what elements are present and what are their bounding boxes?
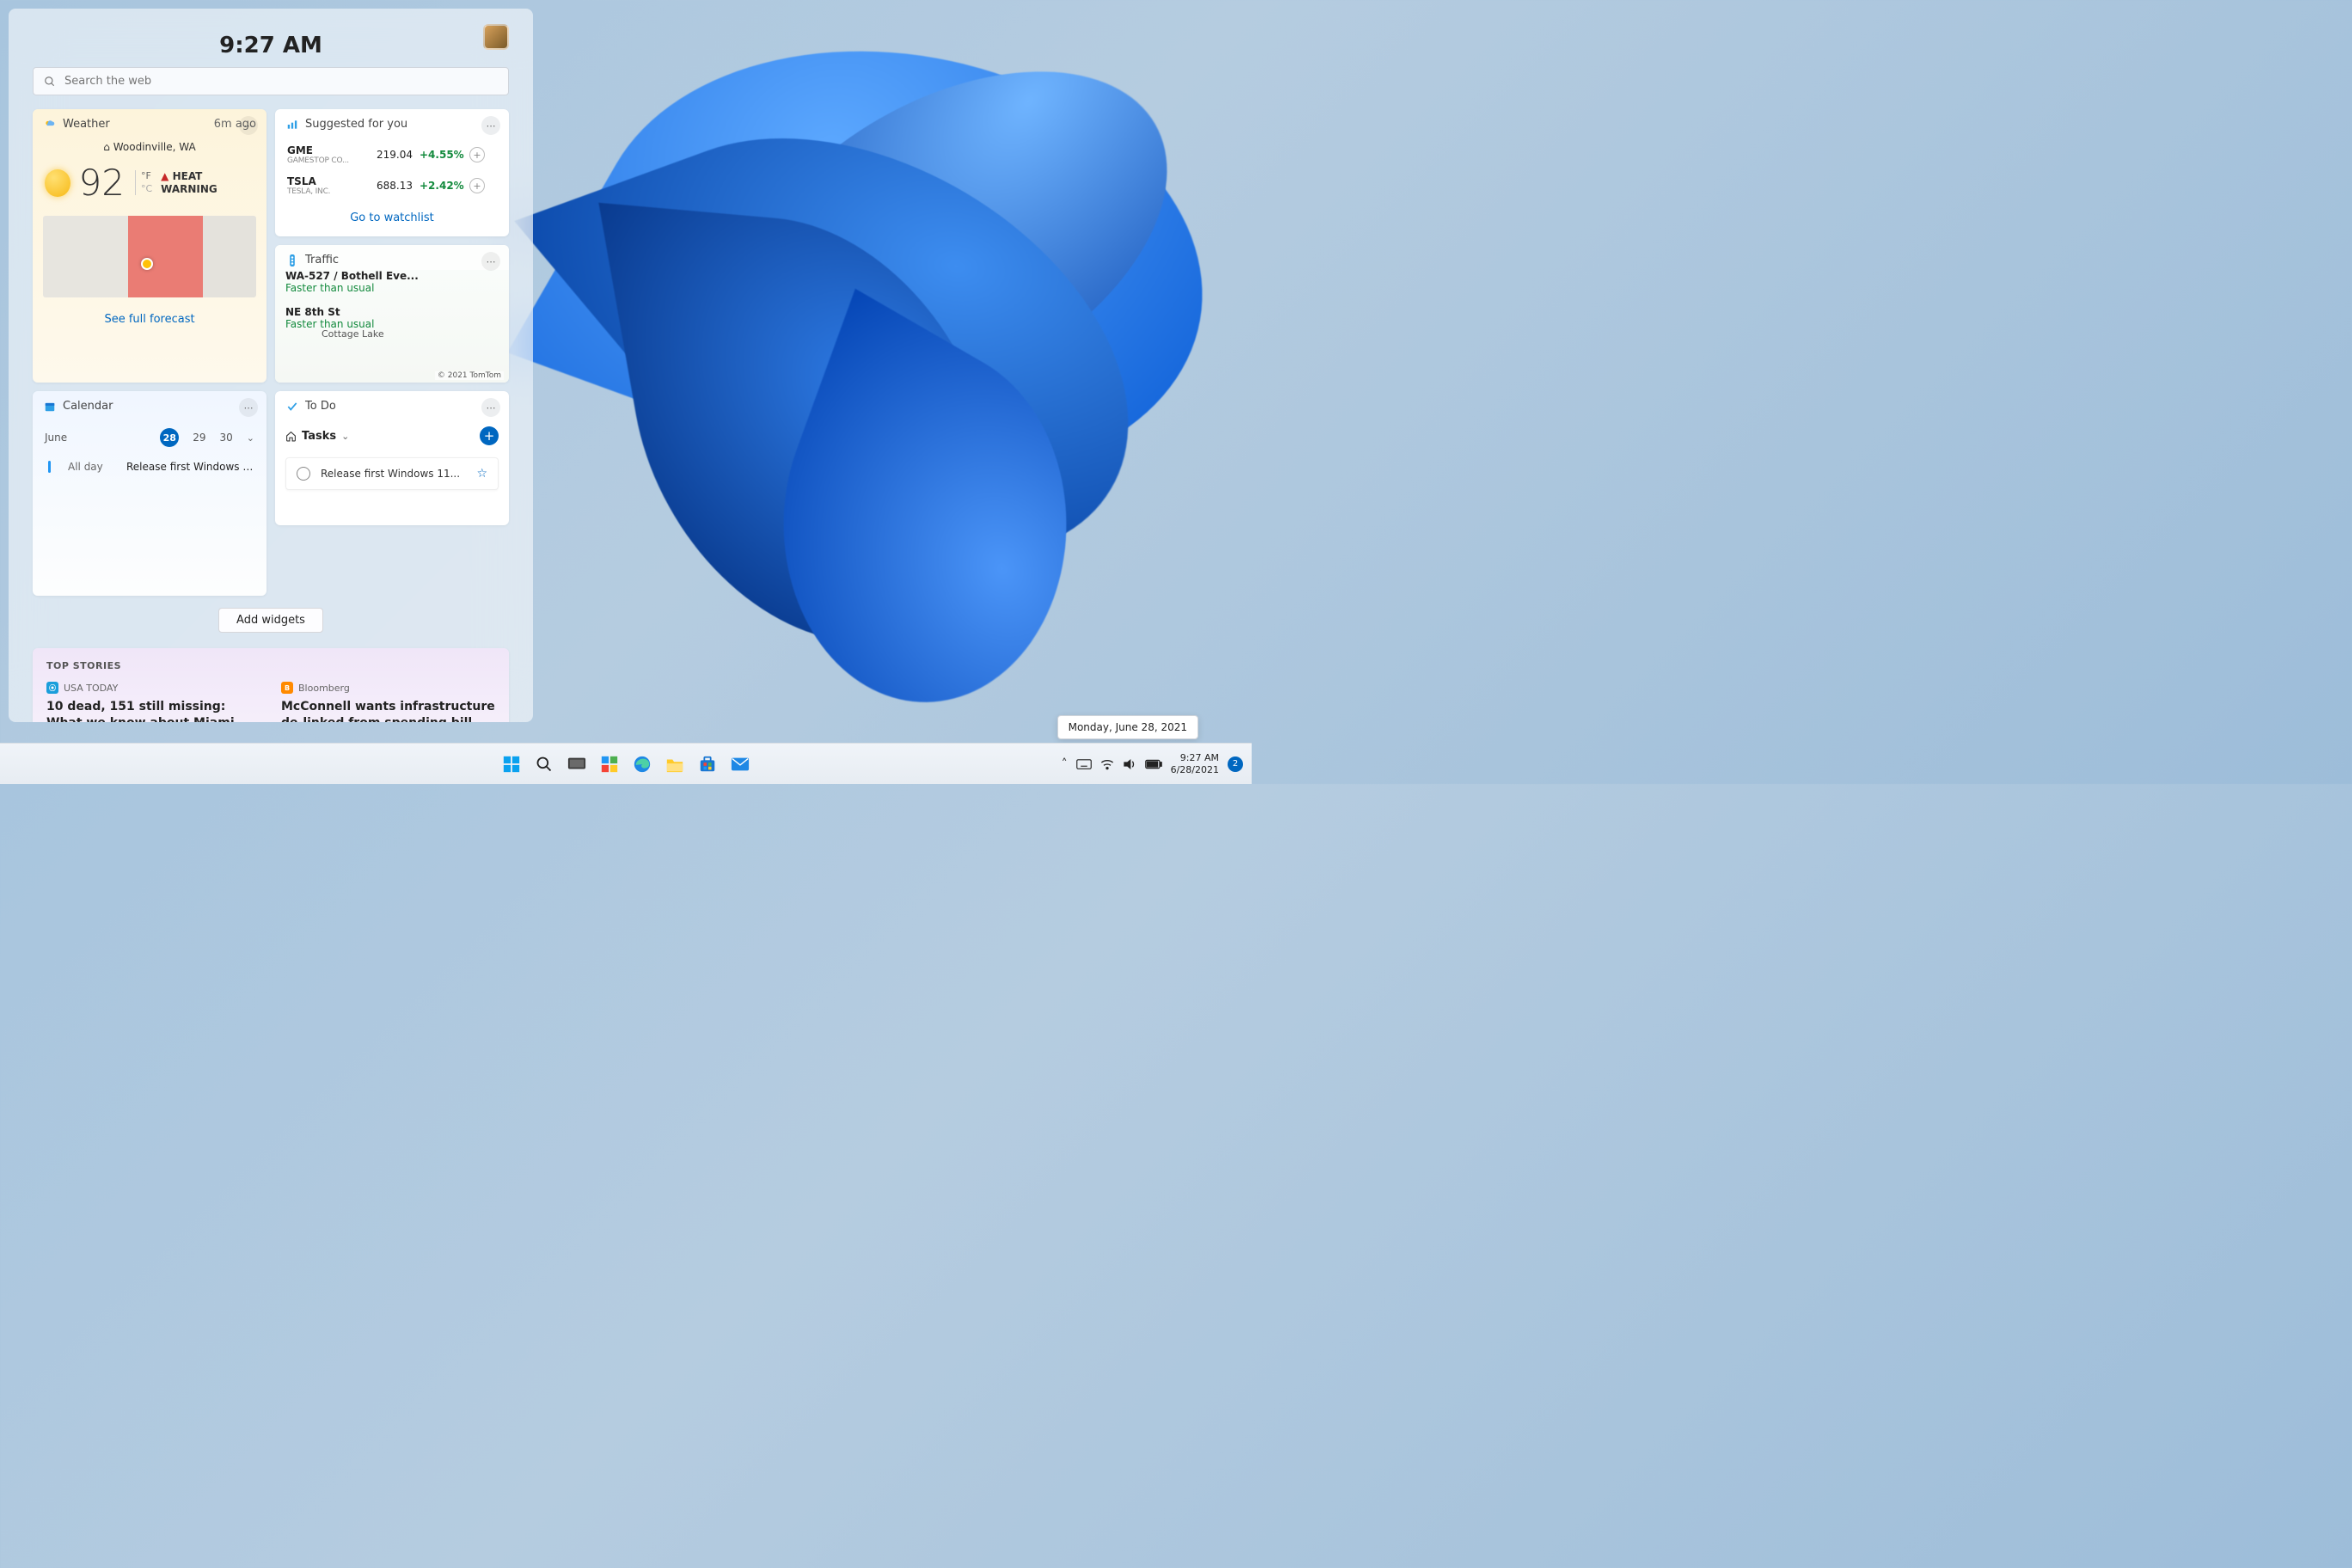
traffic-icon [285,254,298,266]
widgets-button[interactable] [597,752,622,776]
widgets-panel: 9:27 AM Weather 6m ago ⋯ ⌂ Woodinville, … [9,9,533,722]
calendar-date-strip: June 28 29 30 ⌄ [33,421,266,454]
todo-checkbox[interactable] [297,467,310,481]
add-widgets-button[interactable]: Add widgets [218,608,323,633]
chevron-down-icon[interactable]: ⌄ [247,432,254,444]
calendar-day[interactable]: 29 [193,432,205,444]
calendar-icon [43,400,56,413]
chevron-down-icon[interactable]: ⌄ [341,431,349,442]
news-source: USA TODAY [64,683,118,694]
news-source: Bloomberg [298,683,350,694]
traffic-widget: Traffic ⋯ WA-527 / Bothell Eve... Faster… [275,245,509,383]
battery-icon[interactable] [1145,759,1162,769]
event-time: All day [68,461,109,473]
search-button[interactable] [532,752,556,776]
todo-widget: To Do ⋯ Tasks ⌄ + Release first Windows … [275,391,509,525]
store-button[interactable] [695,752,720,776]
file-explorer-button[interactable] [663,752,687,776]
taskbar: ˄ 9:27 AM 6/28/2021 2 [0,743,1252,784]
news-headline[interactable]: McConnell wants infrastructure de-linked… [281,699,495,722]
calendar-month: June [45,432,67,444]
top-stories-heading: TOP STORIES [46,660,495,671]
mail-button[interactable] [728,752,752,776]
weather-menu-button[interactable]: ⋯ [239,116,258,135]
calendar-day[interactable]: 30 [220,432,233,444]
add-stock-button[interactable]: + [469,147,485,162]
start-button[interactable] [499,752,524,776]
star-icon[interactable]: ☆ [476,467,487,481]
keyboard-icon[interactable] [1076,759,1092,769]
search-icon [44,76,56,88]
traffic-route-2: NE 8th St [285,306,340,318]
traffic-sublabel: Cottage Lake [322,328,499,340]
todo-icon [285,400,298,413]
panel-clock: 9:27 AM [33,33,509,58]
wifi-icon[interactable] [1100,758,1114,770]
search-input[interactable] [64,75,498,88]
calendar-widget: Calendar ⋯ June 28 29 30 ⌄ All day Relea… [33,391,266,596]
task-view-button[interactable] [565,752,589,776]
event-title: Release first Windows 1... [126,461,254,473]
stock-row[interactable]: GMEGAMESTOP CO... 219.04 +4.55% + [275,139,509,170]
taskbar-clock[interactable]: 9:27 AM 6/28/2021 [1171,752,1219,775]
weather-map[interactable] [43,216,256,297]
tray-chevron-up-icon[interactable]: ˄ [1062,757,1068,771]
notifications-badge[interactable]: 2 [1228,756,1243,772]
stocks-menu-button[interactable]: ⋯ [481,116,500,135]
source-badge-icon: ⦿ [46,682,58,694]
see-forecast-link[interactable]: See full forecast [33,303,266,338]
todo-title: To Do [305,400,336,413]
traffic-menu-button[interactable]: ⋯ [481,252,500,271]
calendar-menu-button[interactable]: ⋯ [239,398,258,417]
add-task-button[interactable]: + [480,426,499,445]
todo-item[interactable]: Release first Windows 11... ☆ [285,457,499,490]
calendar-event[interactable]: All day Release first Windows 1... [33,454,266,480]
map-attribution: © 2021 TomTom [435,371,504,380]
weather-title: Weather [63,118,110,131]
todo-list-name[interactable]: Tasks [302,430,336,443]
user-avatar[interactable] [483,24,509,50]
source-badge-icon: B [281,682,293,694]
event-color-bar [48,461,51,473]
stocks-widget: Suggested for you ⋯ GMEGAMESTOP CO... 21… [275,109,509,236]
news-story[interactable]: B Bloomberg McConnell wants infrastructu… [281,682,495,722]
traffic-status-1: Faster than usual [285,282,374,294]
weather-location: ⌂ Woodinville, WA [33,139,266,155]
stock-row[interactable]: TSLATESLA, INC. 688.13 +2.42% + [275,170,509,201]
stocks-icon [285,118,298,131]
traffic-route-1: WA-527 / Bothell Eve... [285,270,419,282]
calendar-title: Calendar [63,400,113,413]
add-stock-button[interactable]: + [469,178,485,193]
sun-icon [45,169,70,197]
todo-item-label: Release first Windows 11... [321,468,466,480]
heat-warning: ▲ HEAT WARNING [161,170,254,195]
stocks-title: Suggested for you [305,118,407,131]
weather-widget: Weather 6m ago ⋯ ⌂ Woodinville, WA 92 °F… [33,109,266,383]
weather-temp: 92 [79,162,125,204]
watchlist-link[interactable]: Go to watchlist [275,201,509,236]
traffic-title: Traffic [305,254,339,266]
warning-icon: ▲ [161,170,168,182]
volume-icon[interactable] [1123,758,1136,770]
home-icon: ⌂ [103,141,110,153]
news-headline[interactable]: 10 dead, 151 still missing: What we know… [46,699,260,722]
news-story[interactable]: ⦿ USA TODAY 10 dead, 151 still missing: … [46,682,260,722]
home-icon [285,431,297,442]
weather-icon [43,118,56,131]
edge-button[interactable] [630,752,654,776]
todo-menu-button[interactable]: ⋯ [481,398,500,417]
system-tray: ˄ 9:27 AM 6/28/2021 2 [1062,744,1246,784]
calendar-day-today[interactable]: 28 [160,428,179,447]
date-tooltip: Monday, June 28, 2021 [1057,715,1198,739]
weather-units[interactable]: °F°C [135,170,152,195]
top-stories-widget: TOP STORIES ⦿ USA TODAY 10 dead, 151 sti… [33,648,509,722]
search-box[interactable] [33,67,509,95]
